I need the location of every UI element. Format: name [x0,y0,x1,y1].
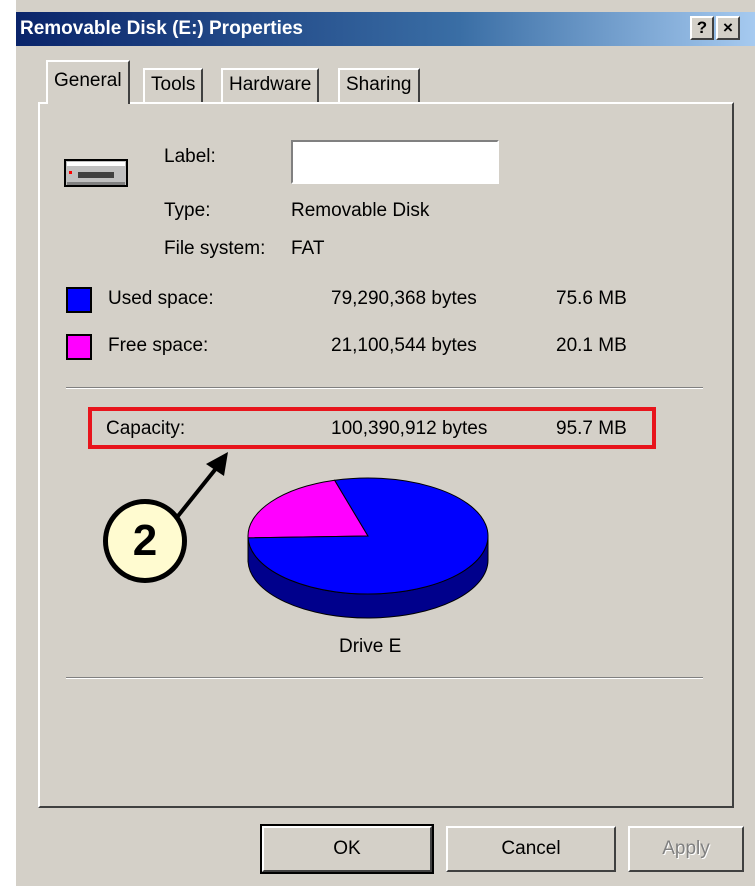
callout-arrow [168,452,228,528]
callout-number-badge: 2 [103,499,187,583]
